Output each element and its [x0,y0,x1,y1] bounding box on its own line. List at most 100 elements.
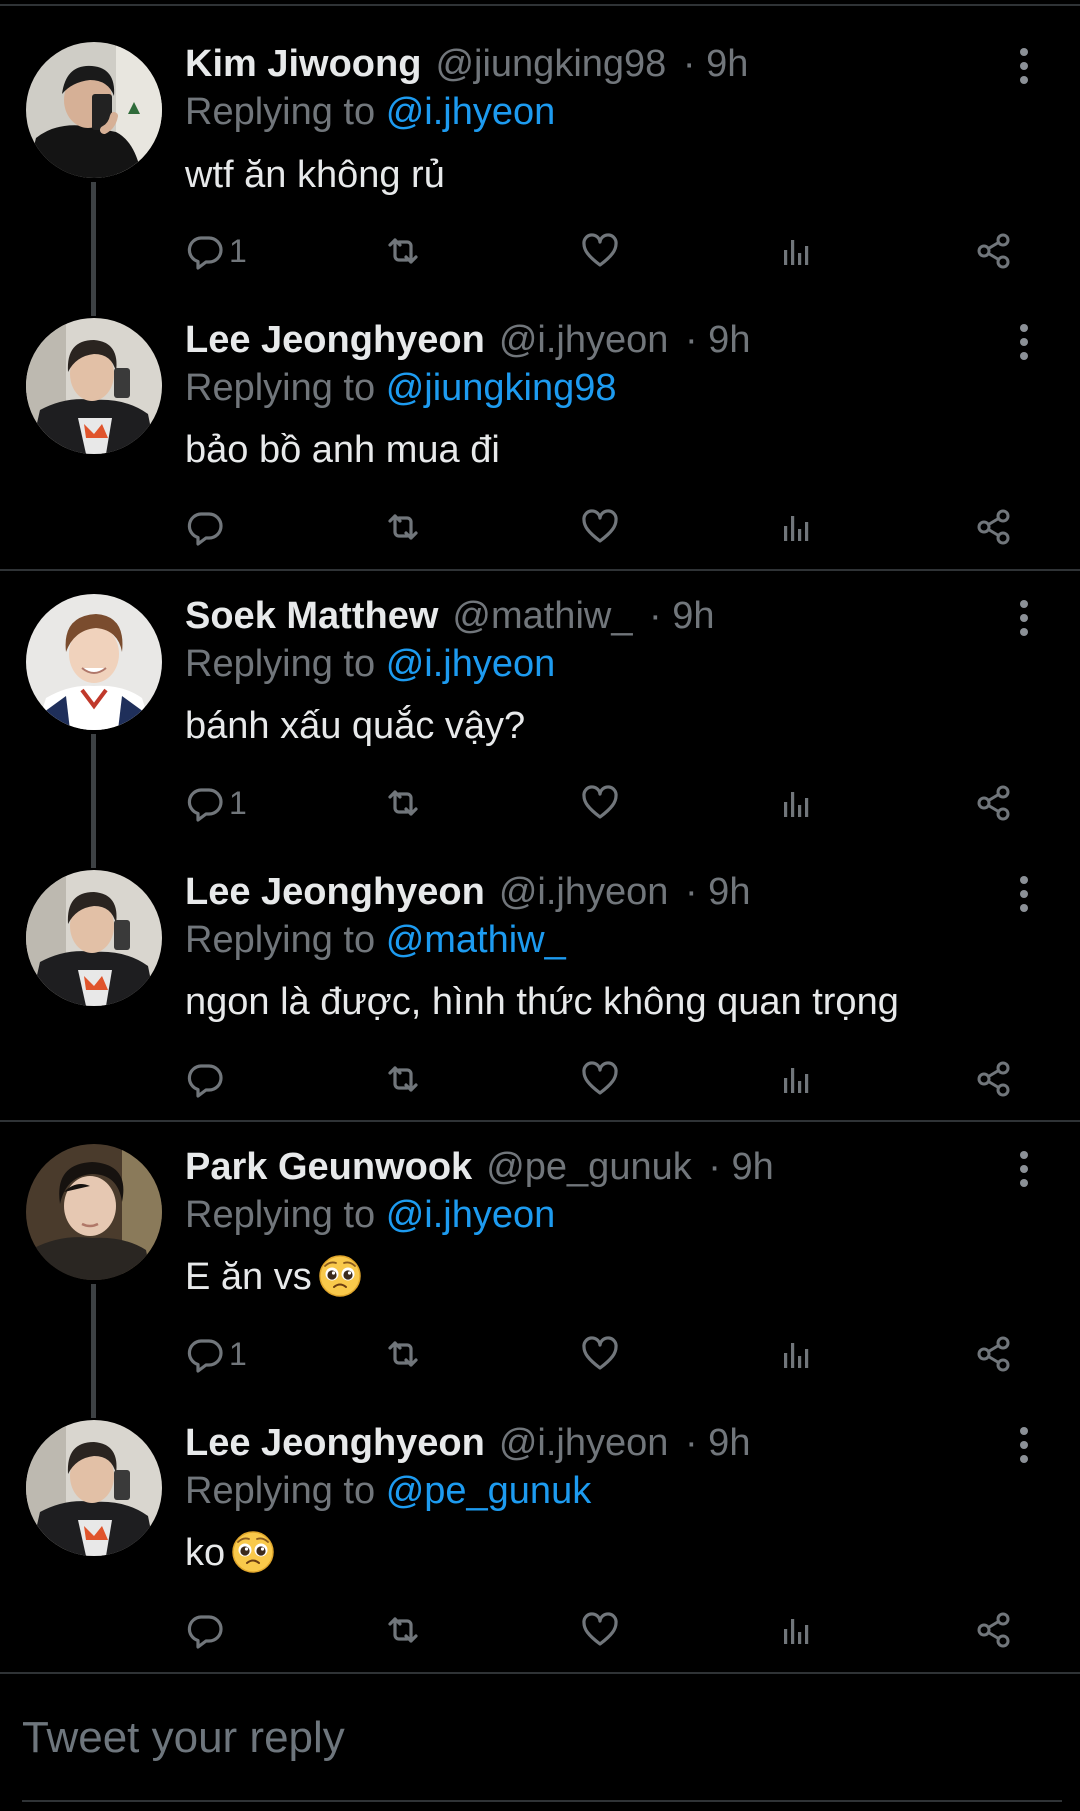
reply-composer[interactable]: Tweet your reply [0,1677,1080,1793]
reply-count: 1 [229,1335,247,1372]
username[interactable]: @i.jhyeon [499,871,669,913]
username[interactable]: @i.jhyeon [499,1422,669,1464]
conversation-divider [0,1672,1080,1674]
heart-icon [578,505,622,549]
timestamp[interactable]: · 9h [685,1422,750,1464]
like-button[interactable] [578,1605,622,1655]
retweet-button[interactable] [381,226,425,276]
retweet-button[interactable] [381,778,425,828]
replying-to: Replying to @pe_gunuk [185,1467,591,1515]
mention-link[interactable]: @i.jhyeon [386,1194,556,1236]
timestamp[interactable]: · 9h [649,595,714,637]
replying-to: Replying to @i.jhyeon [185,1191,555,1239]
heart-icon [578,1332,622,1376]
analytics-button[interactable] [775,226,819,276]
share-button[interactable] [972,1054,1016,1104]
avatar[interactable] [26,1420,162,1556]
avatar[interactable] [26,1144,162,1280]
tweet-text: E ăn vs [185,1253,362,1301]
avatar[interactable] [26,870,162,1006]
avatar-image [26,870,162,1006]
replying-to-label: Replying to [185,1194,376,1236]
composer-underline [22,1800,1062,1802]
mention-link[interactable]: @i.jhyeon [386,91,556,133]
reply-icon [183,1057,227,1101]
share-button[interactable] [972,1605,1016,1655]
avatar[interactable] [26,42,162,178]
tweet-text-content: E ăn vs [185,1256,312,1298]
analytics-button[interactable] [775,1054,819,1104]
display-name[interactable]: Kim Jiwoong [185,43,421,85]
tweet-text: ngon là được, hình thức không quan trọng [185,978,899,1026]
more-vertical-icon[interactable] [1012,1423,1036,1467]
more-vertical-icon[interactable] [1012,872,1036,916]
retweet-button[interactable] [381,1605,425,1655]
display-name[interactable]: Lee Jeonghyeon [185,319,485,361]
username[interactable]: @mathiw_ [452,595,632,637]
reply-button[interactable]: 1 [183,1329,247,1379]
like-button[interactable] [578,778,622,828]
share-button[interactable] [972,1329,1016,1379]
analytics-button[interactable] [775,1605,819,1655]
more-vertical-icon[interactable] [1012,596,1036,640]
reply-button[interactable] [183,1054,229,1104]
reply-button[interactable] [183,502,229,552]
retweet-button[interactable] [381,1329,425,1379]
tweet-header: Lee Jeonghyeon @i.jhyeon · 9h [185,1419,750,1467]
like-button[interactable] [578,226,622,276]
share-button[interactable] [972,502,1016,552]
more-vertical-icon[interactable] [1012,44,1036,88]
reply-input[interactable]: Tweet your reply [22,1713,345,1763]
mention-link[interactable]: @pe_gunuk [386,1470,592,1512]
reply-count: 1 [229,232,247,269]
analytics-button[interactable] [775,502,819,552]
avatar[interactable] [26,318,162,454]
share-button[interactable] [972,226,1016,276]
mention-link[interactable]: @mathiw_ [386,919,566,961]
mention-link[interactable]: @jiungking98 [386,367,617,409]
display-name[interactable]: Soek Matthew [185,595,438,637]
display-name[interactable]: Lee Jeonghyeon [185,871,485,913]
display-name[interactable]: Park Geunwook [185,1146,472,1188]
analytics-button[interactable] [775,778,819,828]
tweet-actions [0,1054,1080,1104]
display-name[interactable]: Lee Jeonghyeon [185,1422,485,1464]
reply-count: 1 [229,784,247,821]
tweet-actions: 1 [0,1329,1080,1379]
like-button[interactable] [578,1329,622,1379]
reply-button[interactable]: 1 [183,226,247,276]
reply-button[interactable] [183,1605,229,1655]
timestamp[interactable]: · 9h [685,319,750,361]
share-icon [972,1057,1016,1101]
retweet-icon [381,1057,425,1101]
reply-icon [183,781,227,825]
replying-to-label: Replying to [185,91,376,133]
like-button[interactable] [578,1054,622,1104]
share-icon [972,1608,1016,1652]
conversation-divider [0,569,1080,571]
reply-button[interactable]: 1 [183,778,247,828]
timestamp[interactable]: · 9h [708,1146,773,1188]
timestamp[interactable]: · 9h [685,871,750,913]
replying-to-label: Replying to [185,919,376,961]
username[interactable]: @jiungking98 [435,43,666,85]
retweet-button[interactable] [381,1054,425,1104]
avatar-image [26,42,162,178]
pleading-face-emoji [231,1530,275,1574]
avatar[interactable] [26,594,162,730]
username[interactable]: @pe_gunuk [486,1146,692,1188]
analytics-button[interactable] [775,1329,819,1379]
tweet-text-content: ko [185,1532,226,1574]
avatar-image [26,318,162,454]
heart-icon [578,1608,622,1652]
analytics-icon [775,505,819,549]
more-vertical-icon[interactable] [1012,320,1036,364]
more-vertical-icon[interactable] [1012,1147,1036,1191]
like-button[interactable] [578,502,622,552]
analytics-icon [775,1608,819,1652]
mention-link[interactable]: @i.jhyeon [386,643,556,685]
username[interactable]: @i.jhyeon [499,319,669,361]
share-button[interactable] [972,778,1016,828]
retweet-button[interactable] [381,502,425,552]
timestamp[interactable]: · 9h [683,43,748,85]
